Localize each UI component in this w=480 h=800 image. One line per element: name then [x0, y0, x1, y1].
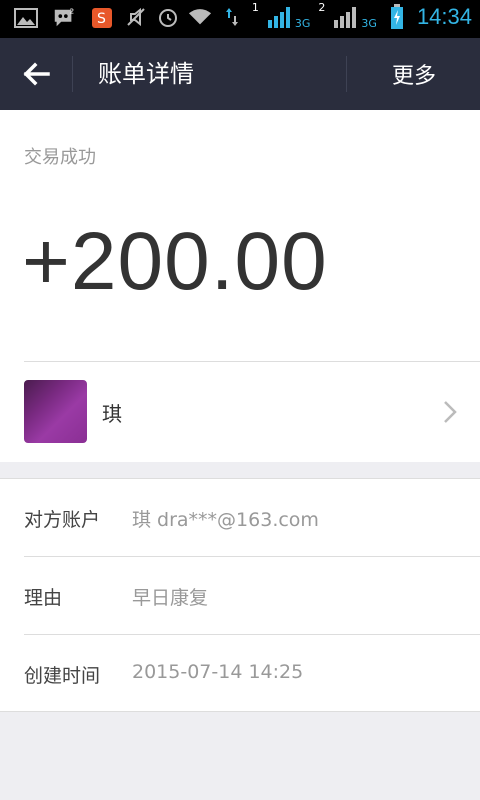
signal-icon — [267, 5, 291, 29]
contact-name: 琪 — [102, 402, 122, 426]
wifi-icon — [188, 5, 212, 29]
avatar — [24, 380, 87, 443]
status-bar: 2 S 1 3G 2 3G 14:34 — [0, 0, 480, 38]
title-divider — [72, 56, 73, 92]
back-arrow-icon — [23, 62, 50, 86]
svg-text:S: S — [97, 11, 106, 27]
back-button[interactable] — [0, 38, 72, 110]
messenger-icon: 2 — [52, 6, 76, 30]
details-card: 对方账户 琪 dra***@163.com 理由 早日康复 创建时间 2015-… — [0, 478, 480, 712]
detail-label: 对方账户 — [24, 509, 101, 531]
alarm-icon — [156, 5, 180, 29]
more-button[interactable]: 更多 — [348, 38, 480, 110]
network-type-label: 3G — [294, 16, 311, 30]
transaction-amount: +200.00 — [22, 216, 328, 307]
data-arrows-icon — [220, 5, 244, 29]
signal-icon — [333, 5, 357, 29]
network-type-label: 3G — [361, 16, 377, 30]
sim1-label: 1 — [251, 0, 259, 14]
clock: 14:34 — [416, 4, 472, 29]
battery-charging-icon — [385, 4, 409, 29]
detail-value: 早日康复 — [132, 587, 209, 609]
transaction-card: 交易成功 +200.00 琪 — [0, 110, 480, 462]
list-item: 理由 早日康复 — [0, 557, 480, 635]
chevron-right-icon — [444, 401, 457, 423]
title-divider — [346, 56, 347, 92]
detail-label: 理由 — [24, 587, 63, 609]
picture-icon — [14, 6, 38, 30]
list-item: 对方账户 琪 dra***@163.com — [0, 479, 480, 557]
contact-row[interactable]: 琪 — [0, 362, 480, 462]
svg-text:2: 2 — [70, 6, 75, 15]
sim2-label: 2 — [318, 0, 326, 14]
detail-value: 2015-07-14 14:25 — [132, 661, 304, 683]
detail-label: 创建时间 — [24, 665, 101, 687]
transaction-status: 交易成功 — [24, 147, 96, 168]
detail-value: 琪 dra***@163.com — [132, 509, 319, 531]
sogou-icon: S — [90, 6, 114, 30]
list-item: 创建时间 2015-07-14 14:25 — [0, 635, 480, 713]
title-bar: 账单详情 更多 — [0, 38, 480, 110]
mute-icon — [124, 5, 148, 29]
page-title: 账单详情 — [98, 60, 194, 88]
